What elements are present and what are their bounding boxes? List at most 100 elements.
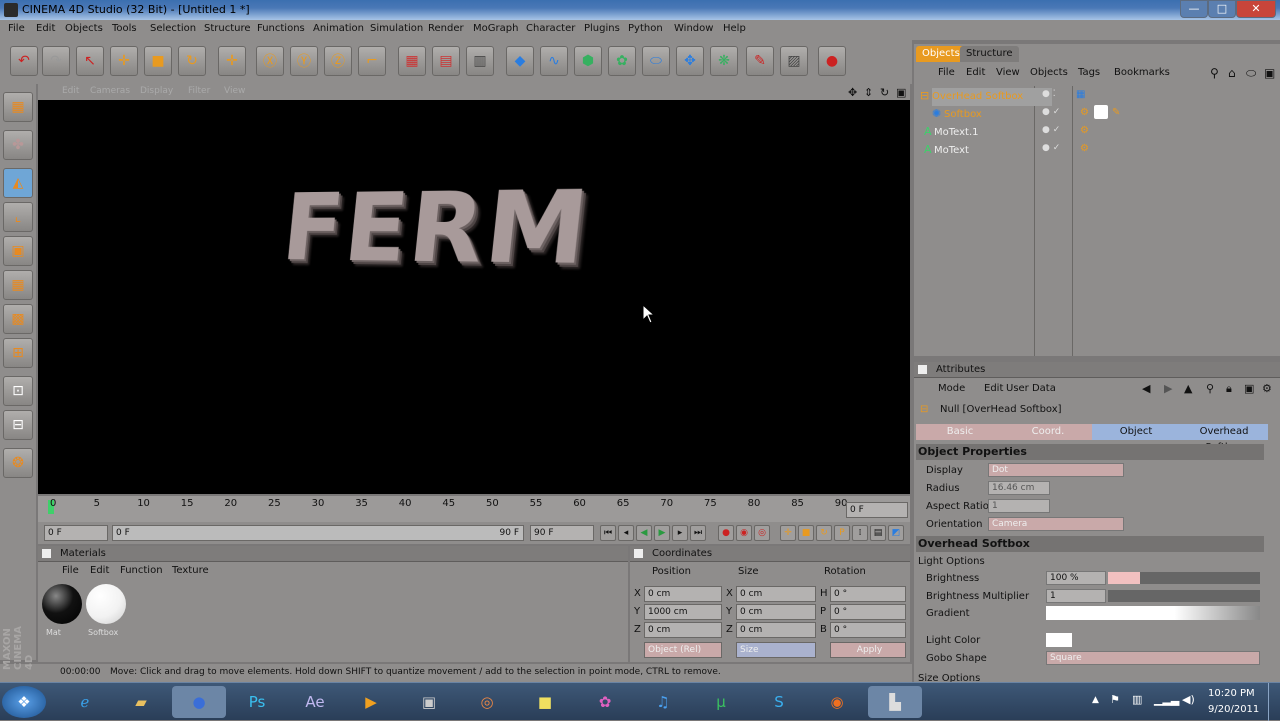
attr-tab-overhead-softbox[interactable]: Overhead Softbox — [1180, 424, 1268, 453]
settings-icon[interactable]: ⚙ — [1262, 382, 1272, 395]
materials-menu-edit[interactable]: Edit — [90, 565, 109, 576]
tweak-mode-icon[interactable]: ⊞ — [3, 338, 33, 368]
om-menu-objects[interactable]: Objects — [1030, 67, 1068, 78]
end-frame-field[interactable]: 90 F — [530, 525, 594, 541]
menu-help[interactable]: Help — [723, 23, 746, 34]
display-select[interactable]: Dot — [988, 463, 1124, 477]
orientation-select[interactable]: Camera — [988, 517, 1124, 531]
material-swatch-mat[interactable] — [42, 584, 82, 624]
next-key-icon[interactable]: ▸ — [672, 525, 688, 541]
object-settings-icon[interactable]: ● — [818, 46, 846, 76]
size-y-field[interactable]: 0 cm — [736, 604, 816, 620]
viewport-menu-edit[interactable]: Edit — [62, 86, 79, 96]
up-arrow-icon[interactable]: ▲ — [1184, 382, 1192, 395]
preview-range-slider[interactable]: 0 F 90 F — [112, 525, 524, 541]
wifi-icon[interactable]: ▁▂▃ — [1154, 693, 1179, 706]
attr-tab-coord[interactable]: Coord. — [1004, 424, 1092, 440]
current-frame-field[interactable]: 0 F — [846, 502, 908, 518]
action-center-icon[interactable]: ⚑ — [1110, 693, 1120, 706]
viewport-menu-cameras[interactable]: Cameras — [90, 86, 130, 96]
menu-edit[interactable]: Edit — [36, 23, 55, 34]
3d-viewport[interactable]: FERM — [38, 100, 910, 494]
menu-animation[interactable]: Animation — [313, 23, 364, 34]
move-tool-icon[interactable]: ✛ — [110, 46, 138, 76]
minimize-button[interactable]: — — [1180, 0, 1208, 18]
start-frame-field[interactable]: 0 F — [44, 525, 108, 541]
object-row-motext[interactable]: MoText — [934, 142, 1054, 160]
scene-environment-icon[interactable]: ✥ — [676, 46, 704, 76]
chrome-icon[interactable]: ◎ — [460, 686, 514, 718]
light-tag-icon[interactable]: ✎ — [1112, 107, 1120, 118]
back-arrow-icon[interactable]: ◀ — [1142, 382, 1150, 395]
record-icon[interactable]: ● — [718, 525, 734, 541]
photoshop-icon[interactable]: Ps — [230, 686, 284, 718]
utorrent-icon[interactable]: µ — [694, 686, 748, 718]
home-icon[interactable]: ⌂ — [1228, 66, 1236, 80]
sticky-notes-icon[interactable]: ■ — [518, 686, 572, 718]
size-z-field[interactable]: 0 cm — [736, 622, 816, 638]
render-picture-viewer-icon[interactable]: ▤ — [432, 46, 460, 76]
new-window-icon[interactable]: ▣ — [1244, 382, 1254, 395]
size-x-field[interactable]: 0 cm — [736, 586, 816, 602]
motion-system-icon[interactable]: ◩ — [888, 525, 904, 541]
multiplier-slider[interactable] — [1108, 590, 1260, 602]
explorer-folder-icon[interactable]: ▰ — [114, 686, 168, 718]
start-button[interactable]: ❖ — [2, 686, 46, 718]
cinema4d-taskbar-icon[interactable]: ● — [172, 686, 226, 718]
render-view-icon[interactable]: ▦ — [398, 46, 426, 76]
tab-objects[interactable]: Objects — [916, 46, 966, 62]
render-settings-icon[interactable]: ▥ — [466, 46, 494, 76]
rotation-key-icon[interactable]: ↻ — [816, 525, 832, 541]
viewport-pan-icon[interactable]: ✥ — [848, 86, 857, 99]
size-mode-select[interactable]: Size — [736, 642, 816, 658]
keyframe-selection-icon[interactable]: ◎ — [754, 525, 770, 541]
play-forwards-icon[interactable]: ▶ — [654, 525, 670, 541]
tab-structure[interactable]: Structure — [960, 46, 1019, 62]
spline-pen-icon[interactable]: ∿ — [540, 46, 568, 76]
panel-handle-icon[interactable] — [634, 549, 643, 558]
subdivision-surface-icon[interactable]: ⬢ — [574, 46, 602, 76]
phong-tag-icon[interactable]: ⚙ — [1080, 143, 1089, 154]
menu-objects[interactable]: Objects — [65, 23, 103, 34]
visibility-dots-icon[interactable]: ● ✓ — [1042, 143, 1060, 153]
new-view-icon[interactable]: ▣ — [1264, 66, 1275, 80]
deformer-icon[interactable]: ⬭ — [642, 46, 670, 76]
om-menu-file[interactable]: File — [938, 67, 955, 78]
itunes-icon[interactable]: ♫ — [636, 686, 690, 718]
light-icon[interactable]: ▨ — [780, 46, 808, 76]
lock-workplane-icon[interactable]: ⊟ — [3, 410, 33, 440]
viewport-menu-display[interactable]: Display — [140, 86, 173, 96]
camera-icon[interactable]: ✎ — [746, 46, 774, 76]
timeline-ruler[interactable]: 0 5 10 15 20 25 30 35 40 45 50 55 60 65 70 75 80 85 90 0 F — [38, 496, 910, 522]
viewport-menu-filter[interactable]: Filter — [188, 86, 210, 96]
material-tag-icon[interactable] — [1094, 105, 1108, 119]
position-y-field[interactable]: 1000 cm — [644, 604, 722, 620]
mograph-cloner-icon[interactable]: ❋ — [710, 46, 738, 76]
array-generator-icon[interactable]: ✿ — [608, 46, 636, 76]
redo-icon[interactable]: ↷ — [42, 46, 70, 76]
media-encoder-icon[interactable]: ▙ — [868, 686, 922, 718]
materials-menu-file[interactable]: File — [62, 565, 79, 576]
autokey-icon[interactable]: ◉ — [736, 525, 752, 541]
texture-mode-icon[interactable]: ✤ — [3, 130, 33, 160]
viewport-rotate-icon[interactable]: ↻ — [880, 86, 889, 99]
menu-render[interactable]: Render — [428, 23, 464, 34]
viewport-menu-view[interactable]: View — [224, 86, 245, 96]
sculpt-icon[interactable]: ❂ — [3, 448, 33, 478]
phong-tag-icon[interactable]: ⚙ — [1080, 107, 1089, 118]
apply-button[interactable]: Apply — [830, 642, 906, 658]
gradient-editor[interactable] — [1046, 606, 1260, 620]
rotation-h-field[interactable]: 0 ° — [830, 586, 906, 602]
aspect-ratio-field[interactable]: 1 — [988, 499, 1050, 513]
menu-tools[interactable]: Tools — [112, 23, 137, 34]
om-menu-tags[interactable]: Tags — [1078, 67, 1100, 78]
materials-menu-texture[interactable]: Texture — [172, 565, 209, 576]
y-axis-lock-icon[interactable]: Ⓨ — [290, 46, 318, 76]
brightness-slider[interactable] — [1108, 572, 1260, 584]
rotate-tool-icon[interactable]: ↻ — [178, 46, 206, 76]
menu-selection[interactable]: Selection — [150, 23, 196, 34]
workplane-icon[interactable]: ▩ — [3, 304, 33, 334]
panel-handle-icon[interactable] — [42, 549, 51, 558]
lock-icon[interactable]: 🔒︎ — [1226, 382, 1232, 396]
visibility-dots-icon[interactable]: ● ✓ — [1042, 107, 1060, 117]
